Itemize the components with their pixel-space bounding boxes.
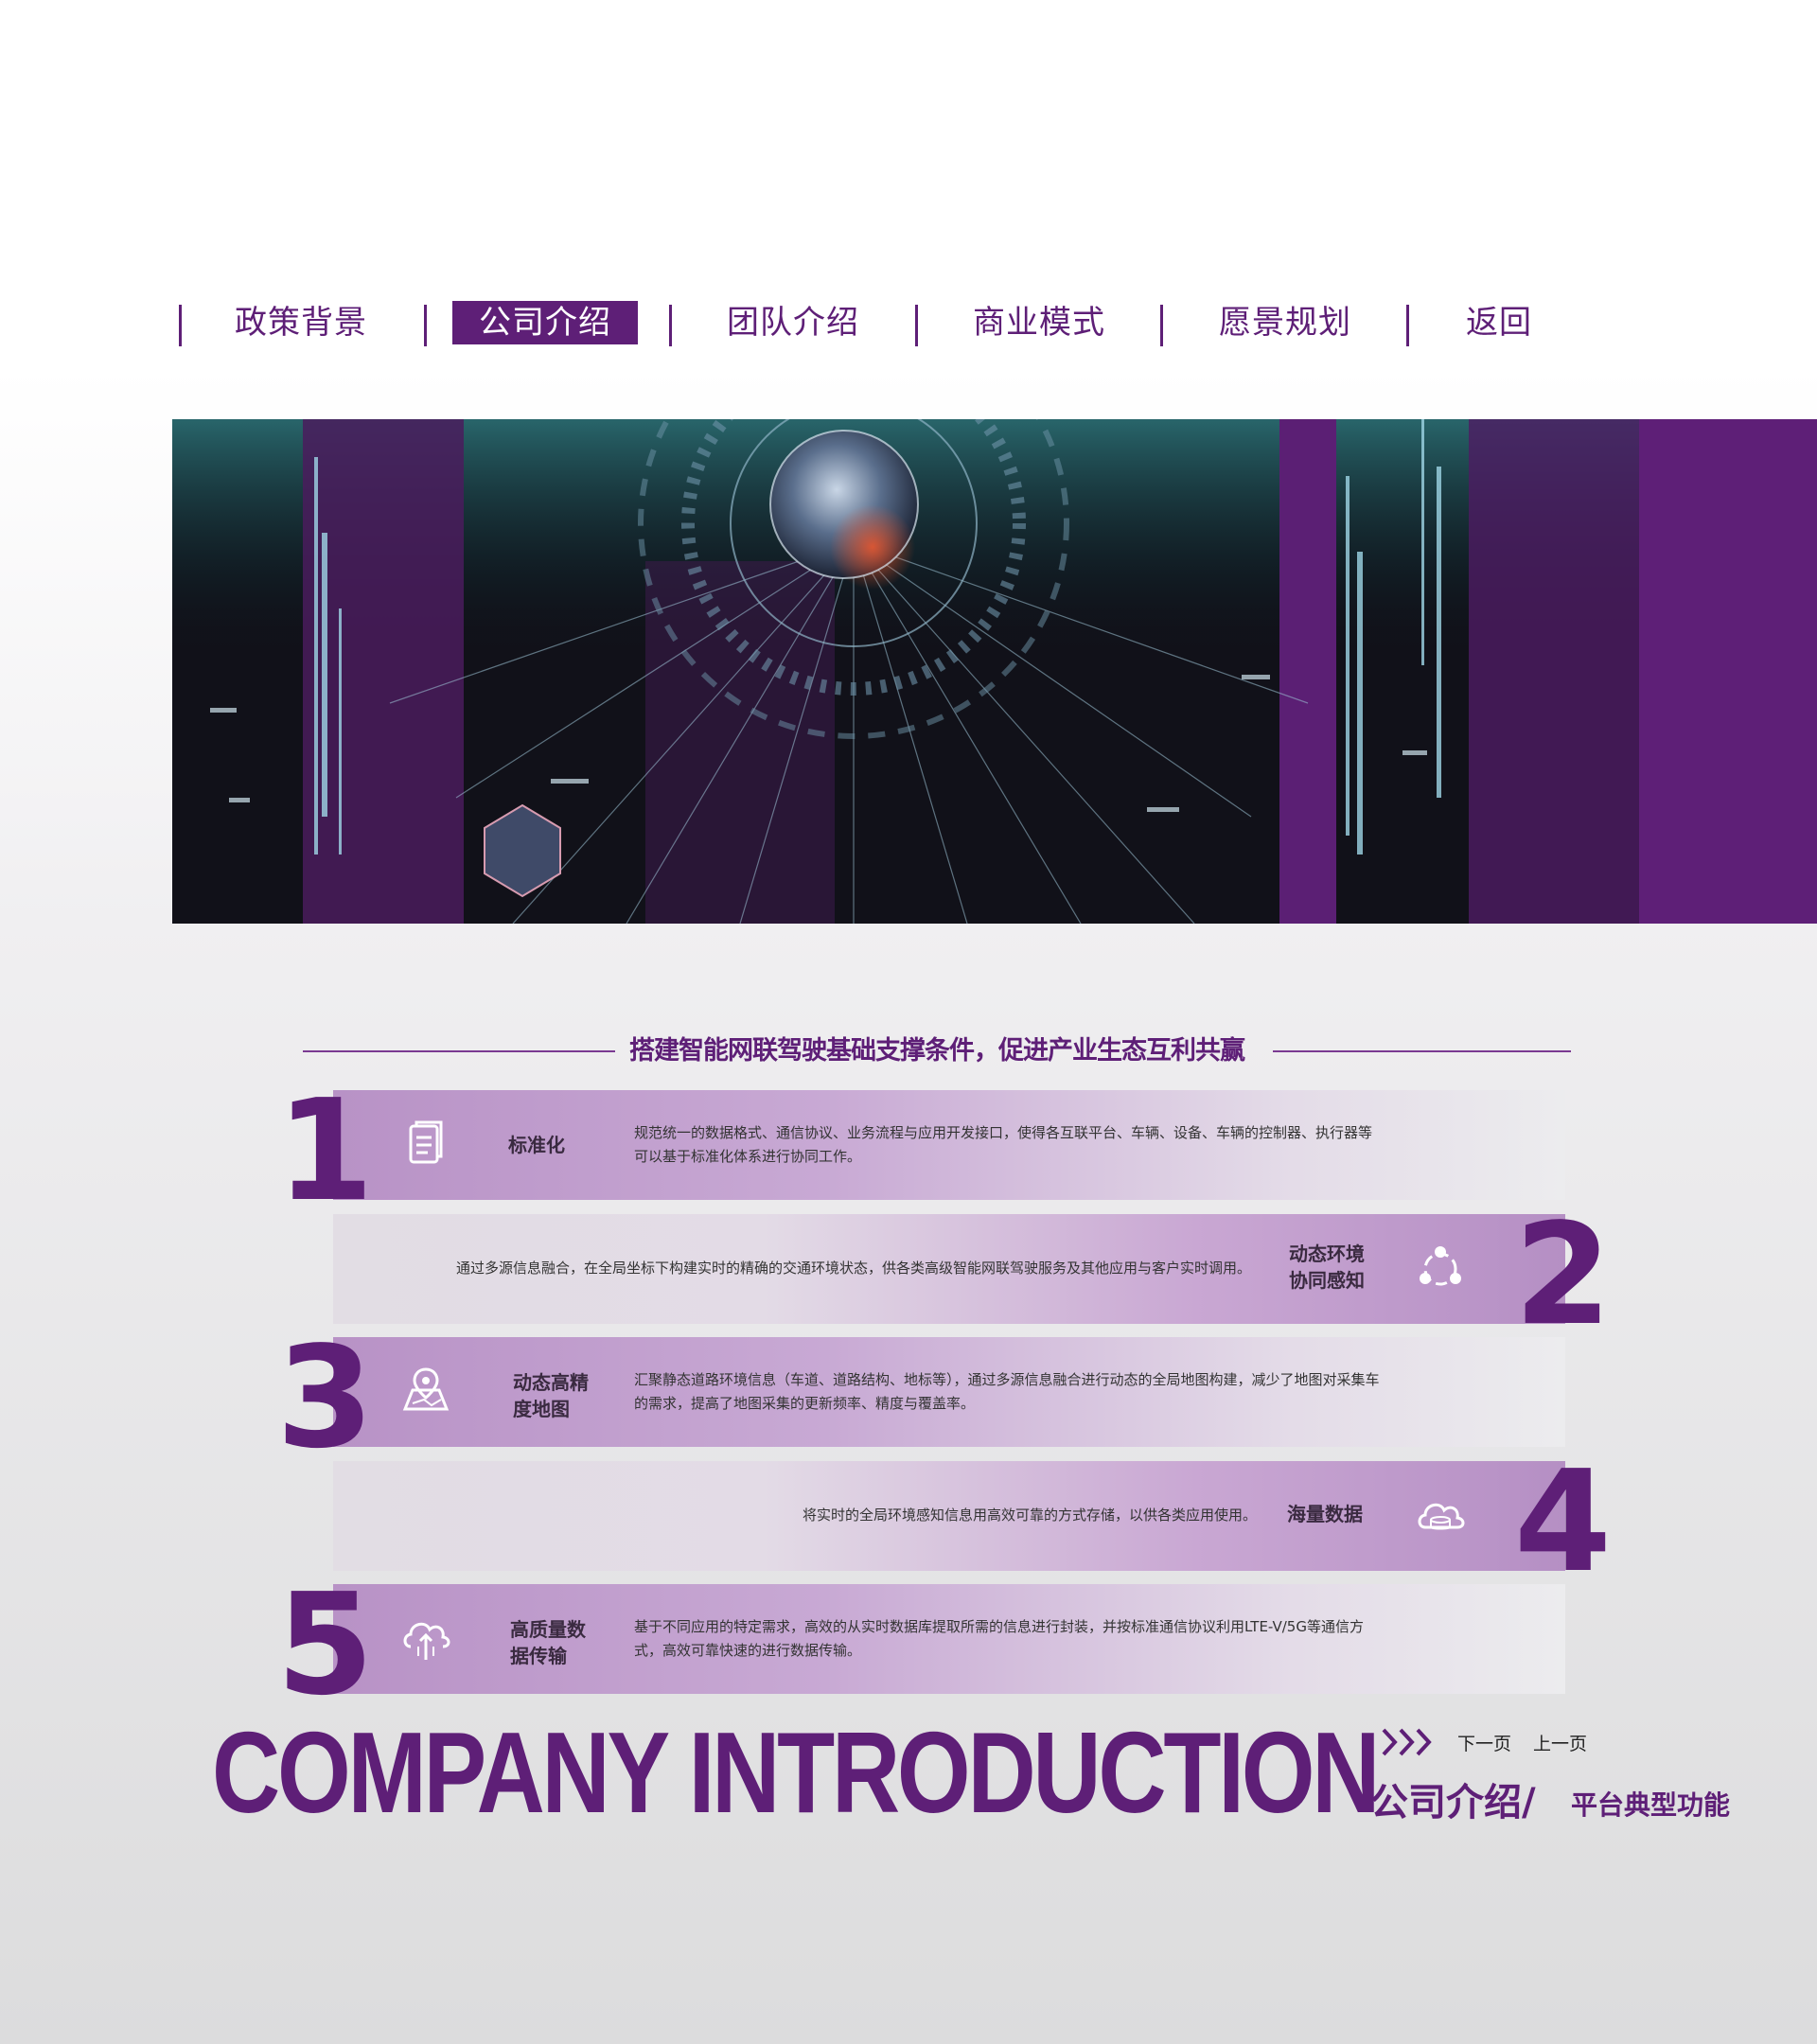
- nav-separator: [424, 305, 427, 346]
- tech-globe-illustration: [172, 419, 1817, 924]
- document-icon: [409, 1120, 443, 1164]
- nav-separator: [179, 305, 182, 346]
- feature-title: 海量数据: [1287, 1503, 1363, 1525]
- feature-number: 5: [276, 1563, 374, 1726]
- nav-item-back[interactable]: 返回: [1452, 301, 1546, 344]
- feature-title: 动态高精度地图: [513, 1371, 589, 1420]
- heading-rule-right: [1273, 1050, 1571, 1052]
- feature-description: 将实时的全局环境感知信息用高效可靠的方式存储，以供各类应用使用。: [803, 1507, 1258, 1524]
- feature-row-massive-data: 将实时的全局环境感知信息用高效可靠的方式存储，以供各类应用使用。 海量数据 4: [333, 1452, 1612, 1592]
- nav-item-company-intro[interactable]: 公司介绍: [452, 301, 638, 344]
- feature-number: 4: [1514, 1440, 1612, 1603]
- feature-row-data-transmission: 5 高质量数据传输 基于不同应用的特定需求，高效的从实时数据库提取所需的信息进行…: [276, 1575, 1565, 1715]
- feature-title: 动态环境协同感知: [1289, 1242, 1365, 1292]
- heading-rule-left: [303, 1050, 615, 1052]
- next-page-link[interactable]: 下一页: [1457, 1730, 1511, 1755]
- feature-row-dynamic-environment: 通过多源信息融合，在全局坐标下构建实时的精确的交通环境状态，供各类高级智能网联驾…: [333, 1205, 1612, 1345]
- feature-description: 通过多源信息融合，在全局坐标下构建实时的精确的交通环境状态，供各类高级智能网联驾…: [456, 1260, 1252, 1277]
- nav-item-team-intro[interactable]: 团队介绍: [698, 301, 888, 344]
- feature-description: 基于不同应用的特定需求，高效的从实时数据库提取所需的信息进行封装，并按标准通信协…: [634, 1618, 1364, 1659]
- nav-item-vision-plan[interactable]: 愿景规划: [1191, 301, 1380, 344]
- page-subtitle-sub: 平台典型功能: [1571, 1789, 1731, 1821]
- feature-description: 规范统一的数据格式、通信协议、业务流程与应用开发接口，使得各互联平台、车辆、设备…: [634, 1124, 1373, 1165]
- nav-separator: [669, 305, 672, 346]
- page-subtitle-main: 公司介绍/: [1370, 1781, 1536, 1824]
- chevrons-right-icon: [1382, 1728, 1432, 1756]
- hero-banner-image: [172, 419, 1817, 924]
- company-introduction-title: COMPANY INTRODUCTION: [212, 1708, 1380, 1837]
- nav-item-policy-background[interactable]: 政策背景: [206, 301, 396, 344]
- nav-item-business-model[interactable]: 商业模式: [944, 301, 1134, 344]
- feature-title: 标准化: [508, 1134, 565, 1156]
- feature-number: 1: [276, 1069, 374, 1232]
- feature-title: 高质量数据传输: [510, 1618, 586, 1667]
- feature-row-hd-map: 3 动态高精度地图 汇聚静态道路环境信息（车道、道路结构、地标等），通过多源信息…: [276, 1328, 1565, 1468]
- map-pin-icon: [402, 1367, 450, 1411]
- feature-number: 3: [276, 1316, 374, 1479]
- nav-separator: [915, 305, 918, 346]
- feature-number: 2: [1514, 1193, 1612, 1356]
- section-heading: 搭建智能网联驾驶基础支撑条件，促进产业生态互利共赢: [629, 1036, 1245, 1066]
- top-navigation: 政策背景 公司介绍 团队介绍 商业模式 愿景规划 返回: [0, 301, 1817, 348]
- nav-separator: [1160, 305, 1163, 346]
- nav-separator: [1406, 305, 1409, 346]
- cloud-database-icon: [1418, 1503, 1465, 1530]
- feature-description: 汇聚静态道路环境信息（车道、道路结构、地标等），通过多源信息融合进行动态的全局地…: [634, 1371, 1380, 1412]
- cloud-upload-icon: [403, 1622, 450, 1660]
- feature-row-standardization: 1 标准化 规范统一的数据格式、通信协议、业务流程与应用开发接口，使得各互联平台…: [276, 1081, 1565, 1221]
- network-nodes-icon: [1420, 1246, 1461, 1286]
- prev-page-link[interactable]: 上一页: [1533, 1730, 1587, 1755]
